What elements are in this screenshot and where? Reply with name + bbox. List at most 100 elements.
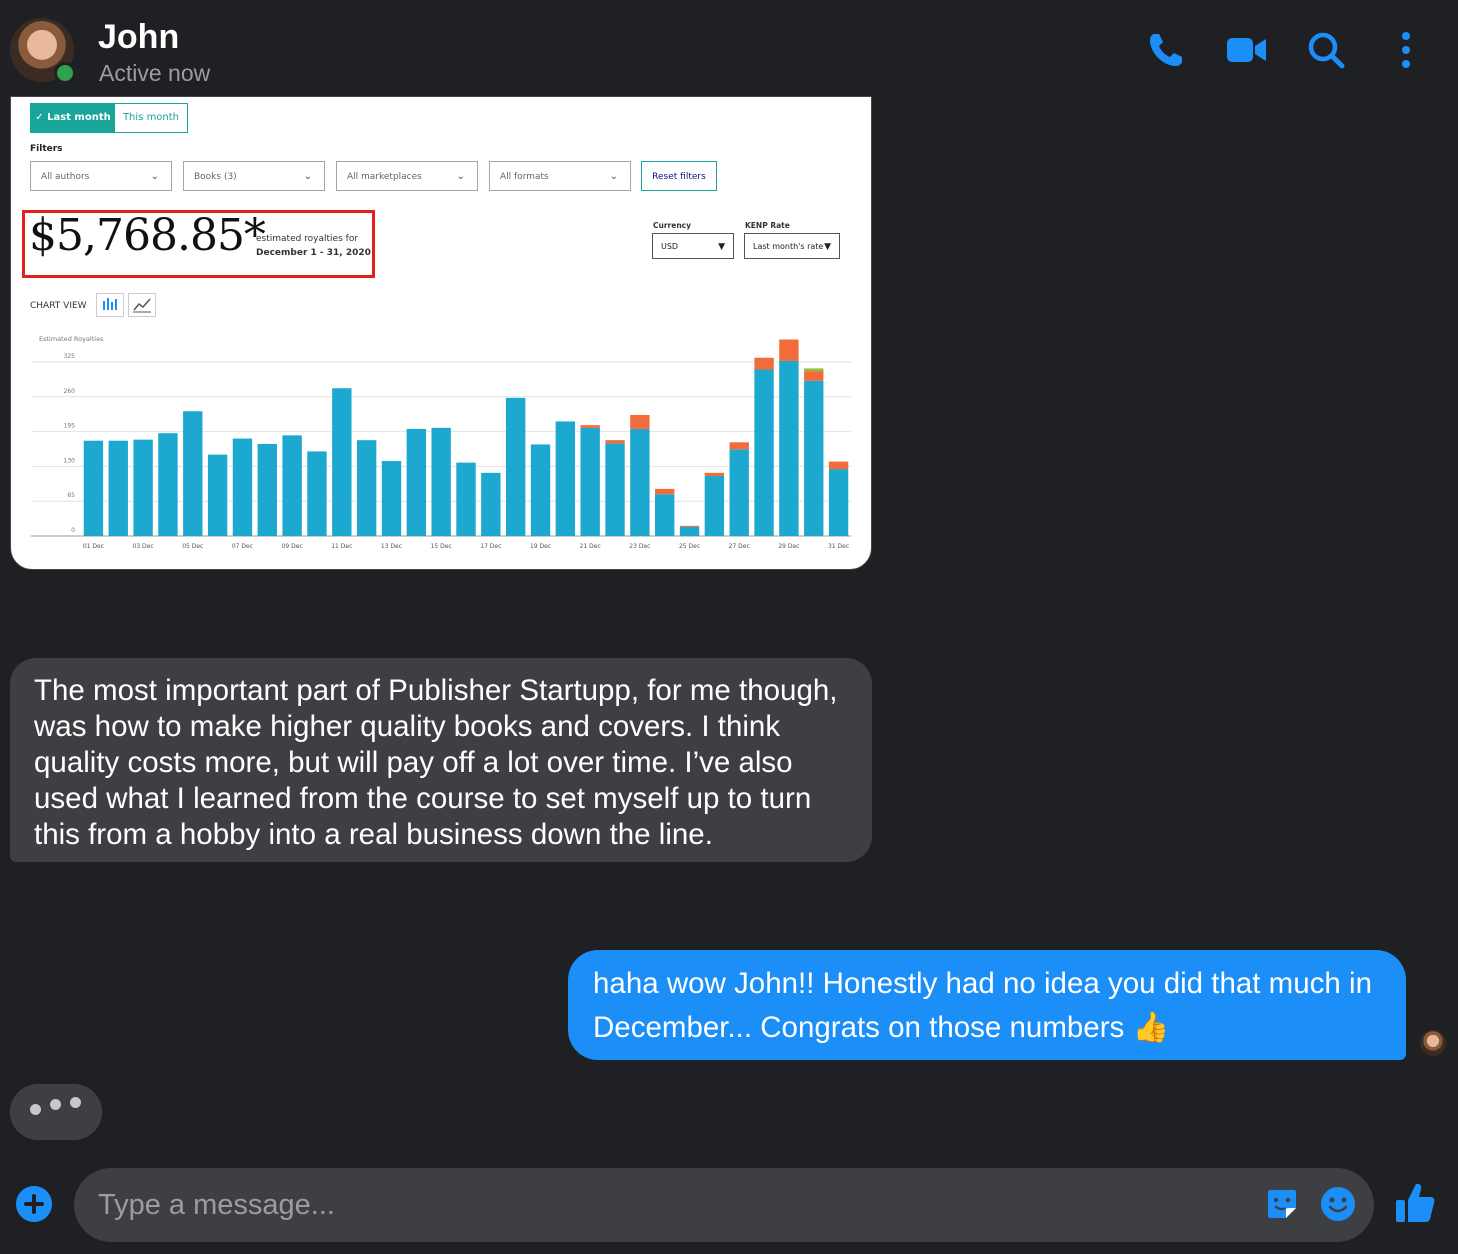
- y-tick-label: 260: [64, 388, 76, 395]
- typing-indicator: [10, 1084, 102, 1140]
- chart-bar: [356, 440, 377, 536]
- kenp-select: Last month's rate ▼: [744, 233, 840, 259]
- tab-last-month: ✓ Last month: [30, 103, 116, 133]
- kenp-label: KENP Rate: [745, 221, 790, 230]
- filter-books: Books (3) ⌄: [183, 161, 325, 191]
- online-indicator: [54, 62, 76, 84]
- sticker-icon[interactable]: [1264, 1186, 1300, 1222]
- y-axis-label: Estimated Royalties: [39, 335, 104, 343]
- chart-bar: [307, 451, 327, 536]
- chart-bar: [729, 449, 749, 536]
- chart-bar: [754, 369, 774, 536]
- chevron-down-icon: ⌄: [303, 171, 312, 182]
- chart-bar: [332, 388, 352, 536]
- line-chart-view-icon: [128, 293, 156, 317]
- royalties-chart: Estimated Royalties 0 65 130 195 260 325 01 Dec…: [31, 335, 851, 550]
- chart-bar: [183, 411, 203, 536]
- chart-bar: [406, 428, 427, 536]
- chart-bar: [779, 339, 799, 361]
- chart-bar: [257, 443, 277, 536]
- chart-bar: [630, 428, 650, 536]
- incoming-message-text: The most important part of Publisher Sta…: [34, 674, 838, 851]
- chart-bar: [630, 415, 650, 429]
- phone-icon[interactable]: [1144, 28, 1188, 72]
- x-tick-label: 27 Dec: [729, 543, 750, 550]
- x-tick-label: 21 Dec: [580, 543, 601, 550]
- period-label: December 1 - 31, 2020: [256, 248, 371, 258]
- chart-bar: [108, 440, 128, 536]
- chart-bar: [381, 461, 402, 536]
- y-tick-label: 195: [64, 423, 76, 430]
- chart-bar: [804, 380, 824, 536]
- chart-bar: [158, 433, 178, 536]
- chart-bar: [580, 427, 600, 536]
- chart-bar: [704, 472, 725, 477]
- y-tick-label: 130: [64, 457, 76, 464]
- estimated-label: estimated royalties for: [256, 234, 359, 244]
- x-tick-label: 13 Dec: [381, 543, 402, 550]
- chart-bar: [704, 476, 725, 536]
- chart-view-label: CHART VIEW: [30, 301, 87, 311]
- bar-chart-view-icon: [96, 293, 124, 317]
- y-tick-label: 325: [64, 353, 76, 360]
- filter-formats: All formats ⌄: [489, 161, 631, 191]
- typing-dot: [50, 1099, 61, 1110]
- currency-select: USD ▼: [652, 233, 734, 259]
- chart-bar: [679, 526, 700, 536]
- emoji-icon[interactable]: [1320, 1186, 1356, 1222]
- chart-bar: [431, 427, 451, 536]
- y-tick-label: 65: [67, 492, 75, 499]
- thumbs-up-icon[interactable]: [1394, 1180, 1436, 1224]
- chevron-down-icon: ⌄: [609, 171, 618, 182]
- filter-marketplaces: All marketplaces ⌄: [336, 161, 478, 191]
- x-tick-label: 03 Dec: [133, 543, 154, 550]
- more-options-icon[interactable]: [1384, 28, 1428, 72]
- chevron-down-icon: ⌄: [150, 171, 159, 182]
- currency-label: Currency: [653, 221, 692, 230]
- x-tick-label: 05 Dec: [182, 543, 203, 550]
- chart-bar: [133, 439, 153, 536]
- outgoing-message-text: haha wow John!! Honestly had no idea you…: [593, 967, 1372, 1044]
- tab-this-month: This month: [114, 103, 188, 133]
- filter-authors: All authors ⌄: [30, 161, 172, 191]
- chart-bar: [828, 461, 849, 470]
- chart-bar: [779, 360, 799, 536]
- chart-bar: [555, 421, 576, 536]
- chart-bar: [754, 357, 774, 370]
- chart-bar: [232, 438, 253, 536]
- chevron-down-icon: ⌄: [456, 171, 465, 182]
- x-tick-label: 31 Dec: [828, 543, 849, 550]
- chart-bar: [828, 469, 849, 536]
- x-tick-label: 09 Dec: [282, 543, 303, 550]
- chart-bar: [580, 425, 600, 428]
- x-tick-label: 15 Dec: [431, 543, 452, 550]
- chart-bar: [605, 440, 625, 444]
- x-tick-label: 29 Dec: [778, 543, 799, 550]
- chart-bar: [605, 443, 625, 536]
- seen-indicator-avatar: [1420, 1030, 1446, 1056]
- contact-status: Active now: [99, 60, 211, 86]
- chart-bar: [505, 397, 526, 536]
- x-tick-label: 01 Dec: [83, 543, 104, 550]
- x-tick-label: 11 Dec: [331, 543, 352, 550]
- chart-bar: [804, 371, 824, 381]
- x-tick-label: 25 Dec: [679, 543, 700, 550]
- video-call-icon[interactable]: [1224, 28, 1268, 72]
- chart-bar: [729, 442, 749, 450]
- chart-bar: [655, 494, 675, 536]
- caret-down-icon: ▼: [824, 242, 831, 252]
- y-tick-label: 0: [71, 527, 75, 534]
- chart-bar: [83, 440, 104, 536]
- contact-name[interactable]: John: [98, 18, 179, 57]
- chart-bar: [679, 525, 700, 527]
- chart-bar: [282, 435, 302, 536]
- shared-image-message[interactable]: ✓ Last month This month Filters All auth…: [10, 96, 872, 570]
- chart-bar: [804, 368, 824, 372]
- x-tick-label: 23 Dec: [629, 543, 650, 550]
- add-icon[interactable]: [16, 1186, 52, 1222]
- chart-bar: [655, 488, 675, 495]
- message-input[interactable]: [74, 1168, 1374, 1242]
- chart-bar: [207, 454, 228, 536]
- search-icon[interactable]: [1304, 28, 1348, 72]
- x-tick-label: 07 Dec: [232, 543, 253, 550]
